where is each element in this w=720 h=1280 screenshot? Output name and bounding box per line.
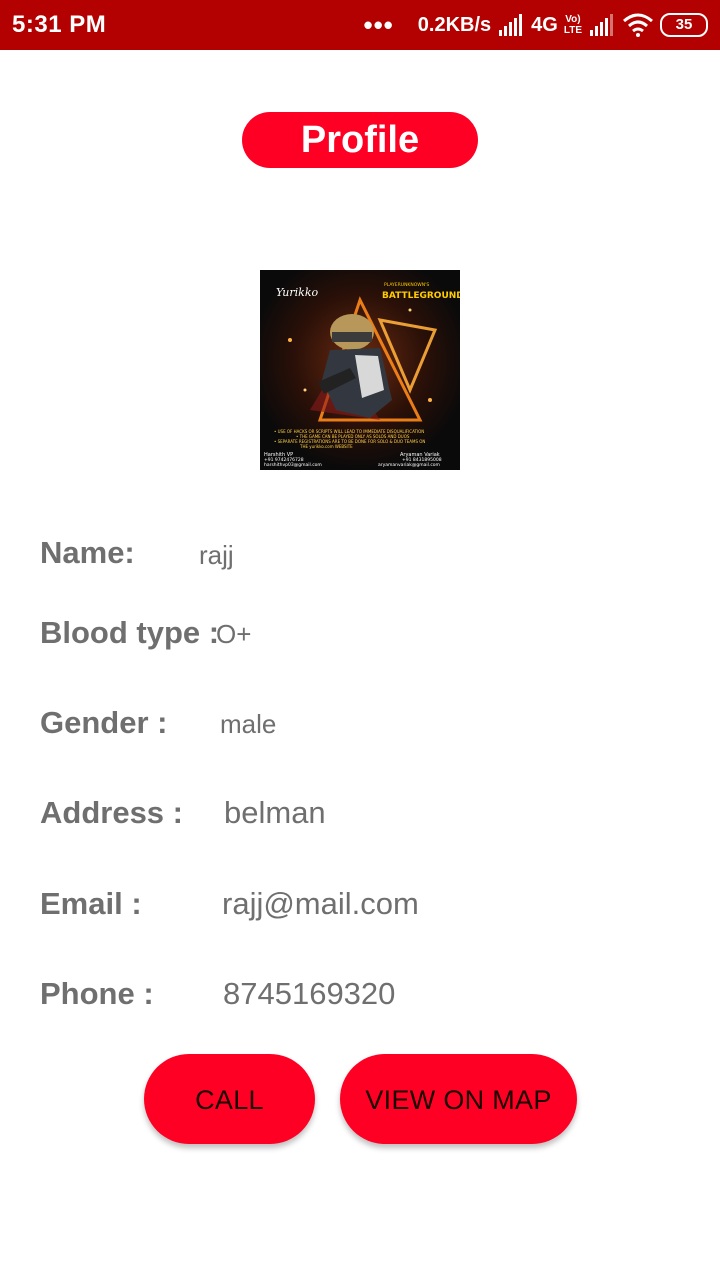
page-title: Profile [242,112,478,168]
phone-label: Phone : [40,976,154,1011]
battery-icon: 35 [660,13,708,37]
poster-contact-right-3: aryamanvariak@gmail.com [378,462,440,468]
name-label: Name: [40,535,135,570]
name-value: rajj [199,540,234,570]
blood-type-value: O+ [216,619,252,649]
network-speed: 0.2KB/s [417,13,492,36]
gender-label: Gender : [40,705,168,740]
phone-value: 8745169320 [223,976,396,1011]
blood-type-label: Blood type : [40,615,220,650]
poster-brand-top: PLAYERUNKNOWN'S [384,282,429,288]
gender-value: male [220,709,277,739]
view-on-map-button[interactable]: VIEW ON MAP [340,1054,577,1144]
volte-bottom: LTE [563,25,582,36]
profile-image[interactable]: Yurikko PLAYERUNKNOWN'S BATTLEGROUNDS • … [260,270,460,470]
signal-icon [499,14,523,36]
volte-icon: Vo) LTE [564,14,582,36]
email-value: rajj@mail.com [222,886,419,921]
address-label: Address : [40,795,183,830]
email-label: Email : [40,886,142,921]
poster-contact-left-3: harshithvp03@gmail.com [264,462,322,468]
poster-brand: BATTLEGROUNDS [382,291,460,301]
wifi-icon [623,13,653,37]
signal-icon-2 [590,14,613,36]
status-time: 5:31 PM [12,11,107,38]
notification-dots-icon: ••• [363,10,394,40]
status-icons: ••• 0.2KB/s 4G Vo) LTE 35 [363,8,708,42]
network-type: 4G [531,13,558,36]
call-button[interactable]: CALL [144,1054,315,1144]
address-value: belman [224,795,326,830]
volte-top: Vo) [565,14,581,25]
poster-logo: Yurikko [276,286,318,299]
status-bar: 5:31 PM ••• 0.2KB/s 4G Vo) LTE 35 [0,0,720,50]
poster-rule-4: THE yurikko.com WEBSITE [299,444,353,449]
